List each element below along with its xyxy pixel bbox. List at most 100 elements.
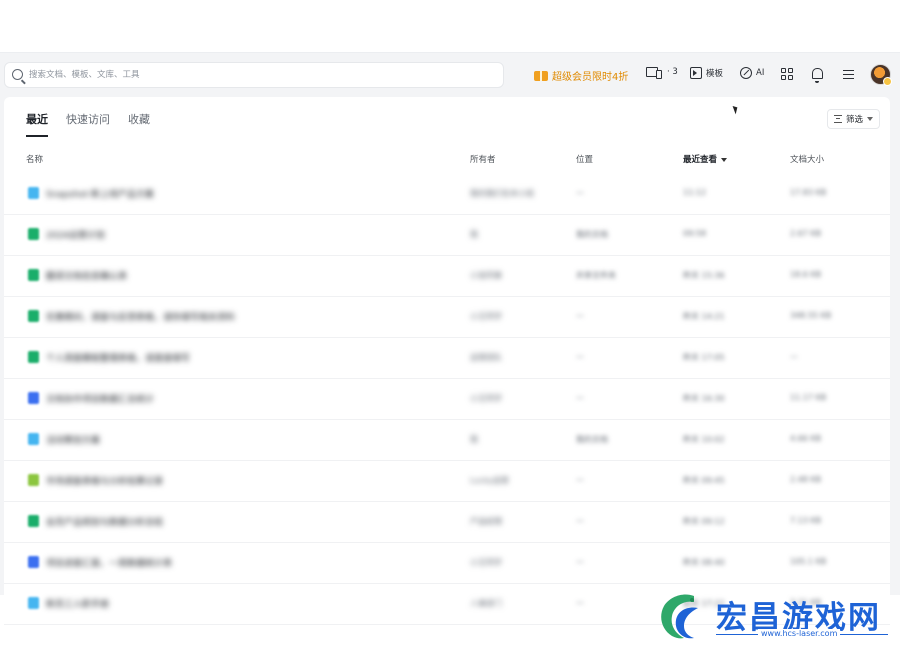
- document-owner: Lucky运营: [470, 476, 509, 485]
- tab-recent[interactable]: 最近: [26, 111, 48, 137]
- table-row[interactable]: 项目进度汇报，一周数据统计表 小王同学 — 昨天 08:40 105.1 KB: [4, 543, 890, 584]
- document-size: 18.6 KB: [790, 270, 822, 279]
- bell-icon: [812, 68, 823, 83]
- document-last-viewed: 昨天 16:30: [683, 394, 725, 403]
- document-owner: 我的我们在本小组: [470, 189, 534, 198]
- document-icon: [28, 187, 39, 199]
- browser-top-area: [0, 0, 900, 53]
- column-header-location[interactable]: 位置: [576, 153, 593, 165]
- tab-favorites[interactable]: 收藏: [128, 111, 150, 137]
- document-last-viewed: 昨天 17:05: [683, 353, 725, 362]
- dragon-logo-icon: [661, 594, 698, 639]
- document-location: 我的文档: [576, 230, 608, 239]
- document-name: 会员产品规划与数据分析总结: [46, 518, 164, 528]
- document-size: 4.66 KB: [790, 434, 822, 443]
- table-row[interactable]: 活动策划方案 我 我的文档 昨天 10:02 4.66 KB: [4, 420, 890, 461]
- document-location: —: [576, 557, 584, 566]
- document-owner: 我: [470, 230, 478, 239]
- menu-icon: [843, 70, 854, 79]
- avatar[interactable]: [870, 64, 892, 86]
- document-name: 优惠期间，调查与反馈表格，请你填写相关资料: [46, 313, 236, 323]
- gift-icon: [534, 70, 548, 81]
- document-name: 翻译文档信息确认表: [46, 272, 128, 282]
- watermark: 宏昌游戏网 www.hcs-laser.com: [650, 588, 900, 648]
- table-row[interactable]: Snapshot·新上线产品方案 我的我们在本小组 — 11:12 17.83 KB: [4, 174, 890, 215]
- document-location: —: [576, 393, 584, 402]
- apps-grid-icon: [781, 68, 793, 80]
- document-icon: [28, 556, 39, 568]
- document-icon: [28, 310, 39, 322]
- template-icon: [690, 67, 702, 79]
- document-name: 2024运营计划: [46, 231, 105, 241]
- document-size: 105.1 KB: [790, 557, 827, 566]
- document-location: —: [576, 188, 584, 197]
- devices-button[interactable]: · 3: [646, 67, 678, 79]
- column-header-size[interactable]: 文档大小: [790, 153, 824, 165]
- document-last-viewed: 昨天 10:02: [683, 435, 725, 444]
- document-name: 新员工入职手册: [46, 600, 110, 610]
- tab-quick-access[interactable]: 快速访问: [66, 111, 110, 137]
- devices-count: · 3: [667, 67, 678, 77]
- menu-button[interactable]: [843, 70, 854, 79]
- document-location: —: [576, 352, 584, 361]
- document-name: 文档协作项目数据汇总统计: [46, 395, 155, 405]
- document-location: —: [576, 516, 584, 525]
- document-owner: 小张同事: [470, 271, 502, 280]
- document-location: —: [576, 598, 584, 607]
- document-last-viewed: 昨天 09:12: [683, 517, 725, 526]
- document-name: Snapshot·新上线产品方案: [46, 190, 154, 200]
- table-header: 名称 所有者 位置 最近查看 文档大小: [4, 149, 890, 169]
- document-owner: 我: [470, 435, 478, 444]
- template-button[interactable]: 模板: [690, 67, 723, 79]
- table-row[interactable]: 翻译文档信息确认表 小张同事 共享文件夹 昨天 15:36 18.6 KB: [4, 256, 890, 297]
- document-size: 348.55 KB: [790, 311, 832, 320]
- promo-link[interactable]: 超级会员限时4折: [534, 68, 628, 83]
- column-header-name[interactable]: 名称: [26, 153, 43, 165]
- document-icon: [28, 433, 39, 445]
- search-icon: [12, 69, 23, 80]
- document-last-viewed: 11:12: [683, 188, 707, 197]
- table-row[interactable]: 市场调查表格与分析结果记录 Lucky运营 — 昨天 09:45 2.48 KB: [4, 461, 890, 502]
- table-row[interactable]: 个人周报模板整理表格，请直接填写 运营团队 — 昨天 17:05 —: [4, 338, 890, 379]
- notifications-button[interactable]: [812, 68, 823, 83]
- search-input[interactable]: [29, 66, 489, 84]
- document-owner: 产品经理: [470, 517, 502, 526]
- document-icon: [28, 597, 39, 609]
- template-label: 模板: [706, 69, 724, 79]
- document-size: 17.83 KB: [790, 188, 827, 197]
- document-last-viewed: 昨天 14:21: [683, 312, 725, 321]
- tab-bar: 最近 快速访问 收藏: [26, 111, 150, 137]
- table-row[interactable]: 会员产品规划与数据分析总结 产品经理 — 昨天 09:12 7.13 KB: [4, 502, 890, 543]
- document-owner: 运营团队: [470, 353, 502, 362]
- column-header-owner[interactable]: 所有者: [470, 153, 496, 165]
- ai-button[interactable]: AI: [740, 67, 764, 79]
- document-location: 我的文档: [576, 435, 608, 444]
- document-icon: [28, 269, 39, 281]
- document-icon: [28, 228, 39, 240]
- search-box[interactable]: [4, 62, 504, 88]
- filter-icon: [833, 115, 842, 123]
- devices-icon: [646, 67, 662, 79]
- document-list: Snapshot·新上线产品方案 我的我们在本小组 — 11:12 17.83 KB 20…: [4, 174, 890, 625]
- table-row[interactable]: 文档协作项目数据汇总统计 小王同学 — 昨天 16:30 11.17 KB: [4, 379, 890, 420]
- ai-icon: [740, 67, 752, 79]
- document-last-viewed: 昨天 15:36: [683, 271, 725, 280]
- document-name: 个人周报模板整理表格，请直接填写: [46, 354, 191, 364]
- document-icon: [28, 474, 39, 486]
- table-row[interactable]: 2024运营计划 我 我的文档 09:58 2.67 KB: [4, 215, 890, 256]
- filter-button[interactable]: 筛选: [826, 109, 880, 129]
- document-size: —: [790, 352, 798, 361]
- chevron-down-icon: [867, 117, 873, 121]
- table-row[interactable]: 优惠期间，调查与反馈表格，请你填写相关资料 小王同学 — 昨天 14:21 348.55…: [4, 297, 890, 338]
- document-name: 市场调查表格与分析结果记录: [46, 477, 164, 487]
- document-size: 11.17 KB: [790, 393, 827, 402]
- column-header-last-viewed[interactable]: 最近查看: [683, 153, 728, 165]
- apps-button[interactable]: [781, 68, 793, 80]
- filter-label: 筛选: [845, 115, 863, 125]
- document-last-viewed: 09:58: [683, 229, 707, 238]
- document-last-viewed: 昨天 08:40: [683, 558, 725, 567]
- document-owner: 小王同学: [470, 312, 502, 321]
- document-location: —: [576, 311, 584, 320]
- document-icon: [28, 515, 39, 527]
- document-name: 项目进度汇报，一周数据统计表: [46, 559, 173, 569]
